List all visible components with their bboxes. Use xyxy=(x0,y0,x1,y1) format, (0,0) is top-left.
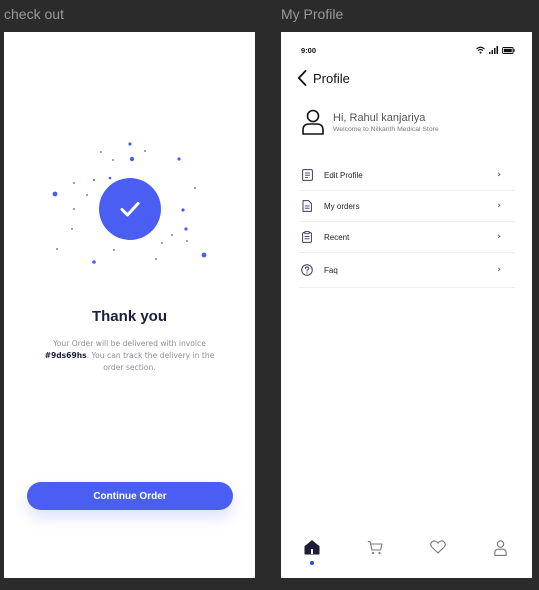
success-badge xyxy=(99,178,161,240)
menu-item-faq[interactable]: Faq › xyxy=(299,253,515,288)
nav-profile[interactable] xyxy=(486,540,516,556)
page-title: Profile xyxy=(313,70,350,86)
clipboard-icon xyxy=(300,230,314,244)
continue-order-button[interactable]: Continue Order xyxy=(27,482,233,510)
active-indicator xyxy=(310,561,315,565)
home-icon xyxy=(304,540,320,555)
battery-icon xyxy=(502,46,515,54)
chevron-right-icon: › xyxy=(497,265,501,275)
checkout-screen: Thank you Your Order will be delivered w… xyxy=(4,32,255,578)
nav-cart[interactable] xyxy=(360,540,390,555)
profile-menu: Edit Profile › My orders › Recent › Faq … xyxy=(299,160,515,288)
menu-item-label: My orders xyxy=(324,201,360,211)
wifi-icon xyxy=(476,46,485,54)
profile-header: Profile xyxy=(297,70,350,86)
menu-item-my-orders[interactable]: My orders › xyxy=(299,191,515,222)
signal-icon xyxy=(489,46,498,54)
user-text: Hi, Rahul kanjariya Welcome to Nilkanth … xyxy=(333,112,439,133)
bottom-nav xyxy=(281,532,532,578)
status-bar: 9:00 xyxy=(301,44,515,56)
help-icon xyxy=(300,263,314,277)
message-text-tail: . You can track the delivery in the orde… xyxy=(86,351,215,372)
back-arrow-icon[interactable] xyxy=(297,70,307,86)
profile-screen: 9:00 Profile Hi, Rahul kanjariya Welcome… xyxy=(281,32,532,578)
system-icons xyxy=(476,46,515,54)
nav-favorites[interactable] xyxy=(423,540,453,554)
chevron-right-icon: › xyxy=(497,170,501,180)
thank-you-heading: Thank you xyxy=(91,308,167,325)
avatar xyxy=(302,109,324,135)
menu-item-label: Edit Profile xyxy=(324,170,363,180)
chevron-right-icon: › xyxy=(497,232,501,242)
chevron-right-icon: › xyxy=(497,201,501,211)
order-confirmation-message: Your Order will be delivered with invoic… xyxy=(42,338,217,374)
user-icon xyxy=(494,540,507,556)
user-greeting: Hi, Rahul kanjariya xyxy=(333,111,426,124)
checkmark-icon xyxy=(120,202,140,217)
heart-icon xyxy=(430,540,446,554)
welcome-text: Welcome to Nilkanth Medical Store xyxy=(333,125,439,133)
menu-item-label: Faq xyxy=(324,265,338,275)
profile-frame-label: My Profile xyxy=(281,6,344,22)
menu-item-label: Recent xyxy=(324,232,350,242)
document-icon xyxy=(300,199,314,213)
menu-item-recent[interactable]: Recent › xyxy=(299,222,515,253)
cart-icon xyxy=(367,540,383,555)
user-info: Hi, Rahul kanjariya Welcome to Nilkanth … xyxy=(301,109,439,135)
nav-home[interactable] xyxy=(297,540,327,565)
message-text: Your Order will be delivered with invoic… xyxy=(53,339,206,348)
checkout-frame-label: check out xyxy=(4,6,64,22)
menu-item-edit-profile[interactable]: Edit Profile › xyxy=(299,160,515,191)
status-time: 9:00 xyxy=(301,45,317,55)
edit-profile-icon xyxy=(300,168,314,182)
invoice-number: #9ds69hs xyxy=(44,351,87,360)
